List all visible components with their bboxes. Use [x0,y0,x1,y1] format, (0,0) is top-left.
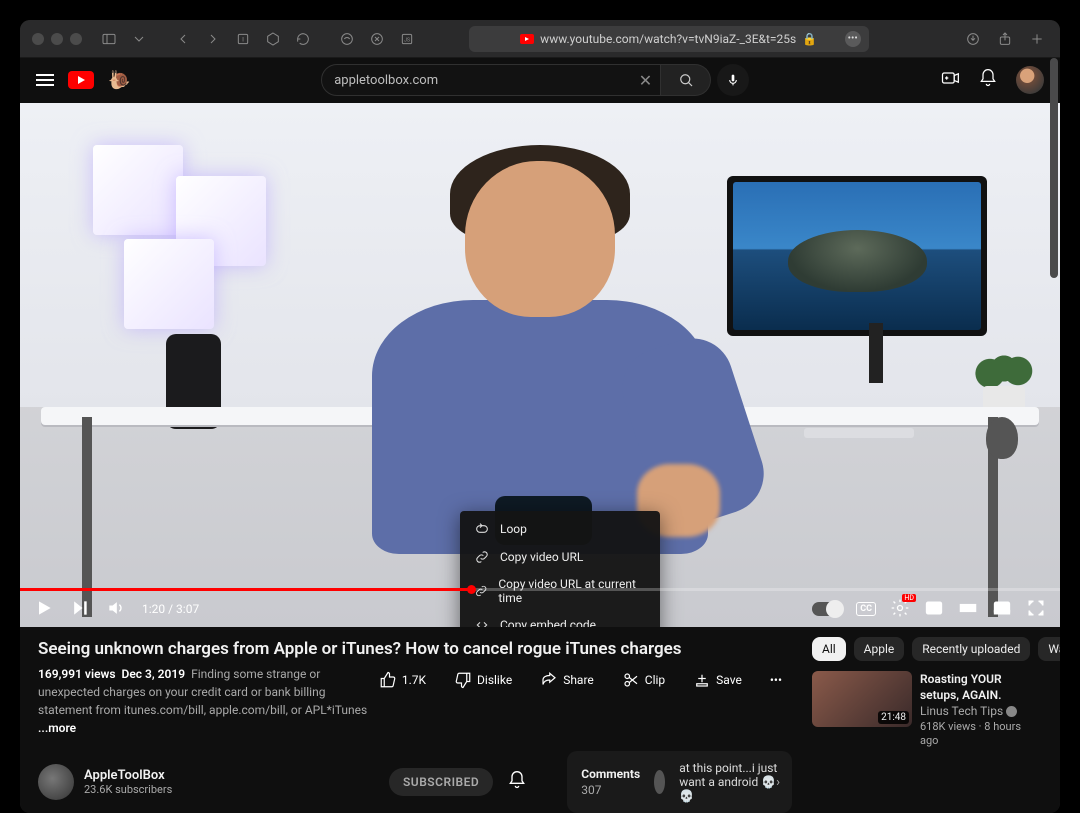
address-bar[interactable]: www.youtube.com/watch?v=tvN9iaZ-_3E&t=25… [469,26,869,52]
miniplayer-button[interactable] [924,598,944,621]
commenter-avatar [654,770,665,794]
settings-button[interactable]: HD [890,598,910,621]
browser-window: I JS www.youtube.com/watch?v=tvN9iaZ-_3E… [20,20,1060,813]
ext-icon-2[interactable] [262,28,284,50]
chevron-right-icon: › [776,775,780,790]
notification-bell-icon[interactable] [507,770,527,794]
comments-label: Comments [581,767,640,781]
scrollbar[interactable] [1048,58,1058,805]
rec-duration: 21:48 [878,711,909,724]
reload-icon[interactable] [292,28,314,50]
window-controls[interactable] [32,33,82,45]
save-button[interactable]: Save [683,665,752,695]
share-button[interactable]: Share [530,665,604,695]
ext-icon-1[interactable]: I [232,28,254,50]
next-button[interactable] [70,598,90,621]
like-button[interactable]: 1.7K [369,665,436,695]
ext-icon-3[interactable] [336,28,358,50]
zoom-dot[interactable] [70,33,82,45]
chip-all[interactable]: All [812,637,846,661]
share-icon[interactable] [994,28,1016,50]
comments-count: 307 [581,783,640,797]
theater-button[interactable] [958,598,978,621]
ctx-copy-url[interactable]: Copy video URL [460,543,660,571]
titlebar: I JS www.youtube.com/watch?v=tvN9iaZ-_3E… [20,20,1060,58]
time-display: 1:20 / 3:07 [142,602,199,616]
upload-date: Dec 3, 2019 [122,667,186,681]
svg-text:JS: JS [404,37,410,43]
chip-apple[interactable]: Apple [854,637,905,661]
recommendations-sidebar: All Apple Recently uploaded Watched 21:4… [812,637,1042,813]
new-tab-icon[interactable] [1026,28,1048,50]
volume-button[interactable] [106,598,126,621]
lock-icon: 🔒 [802,32,817,46]
top-comment: at this point...i just want a android 💀💀 [679,761,778,803]
url-text: www.youtube.com/watch?v=tvN9iaZ-_3E&t=25… [540,32,796,46]
close-dot[interactable] [32,33,44,45]
voice-search-button[interactable] [717,64,749,96]
chip-recent[interactable]: Recently uploaded [912,637,1030,661]
forward-icon[interactable] [202,28,224,50]
more-actions-button[interactable]: ••• [760,667,792,693]
player-controls: 1:20 / 3:07 CC HD [20,591,1060,627]
view-count: 169,991 views [38,667,116,681]
search-button[interactable] [661,64,711,96]
clear-search-icon[interactable]: ✕ [639,71,652,90]
rec-title: Roasting YOUR setups, AGAIN. [920,671,1042,703]
channel-name[interactable]: AppleToolBox [84,768,172,783]
youtube-app: 🐌 appletoolbox.com ✕ [20,58,1060,813]
minimize-dot[interactable] [51,33,63,45]
rec-channel: Linus Tech Tips [920,703,1003,719]
verified-icon [1006,706,1017,717]
search-input[interactable]: appletoolbox.com ✕ [321,64,661,96]
youtube-logo[interactable] [68,71,94,89]
svg-text:I: I [242,35,244,43]
favicon-icon [520,34,534,44]
recommended-video[interactable]: 21:48 Roasting YOUR setups, AGAIN. Linus… [812,671,1042,749]
back-icon[interactable] [172,28,194,50]
account-avatar[interactable] [1016,66,1044,94]
fullscreen-button[interactable] [1026,598,1046,621]
ext-icon-js[interactable]: JS [396,28,418,50]
guide-button[interactable] [36,74,54,86]
create-button[interactable] [940,68,960,92]
snail-icon: 🐌 [108,70,130,91]
rec-stats: 618K views · 8 hours ago [920,720,1042,750]
video-title: Seeing unknown charges from Apple or iTu… [38,639,792,659]
captions-button[interactable]: CC [856,602,876,616]
channel-avatar[interactable] [38,764,74,800]
notifications-button[interactable] [978,68,998,92]
ext-icon-4[interactable] [366,28,388,50]
autoplay-toggle[interactable] [812,602,842,616]
play-button[interactable] [34,598,54,621]
ctx-loop[interactable]: Loop [460,515,660,543]
channel-subs: 23.6K subscribers [84,783,172,796]
subscribe-button[interactable]: SUBSCRIBED [389,768,493,796]
clip-button[interactable]: Clip [612,665,675,695]
video-player[interactable]: Loop Copy video URL Copy video URL at cu… [20,103,1060,627]
comments-teaser[interactable]: Comments 307 at this point...i just want… [567,751,792,813]
description-more[interactable]: ...more [38,721,76,735]
chevron-down-icon[interactable] [128,28,150,50]
pip-button[interactable] [992,598,1012,621]
dislike-button[interactable]: Dislike [444,665,522,695]
rec-thumbnail: 21:48 [812,671,912,727]
page-settings-icon[interactable]: ••• [845,31,861,47]
search-text: appletoolbox.com [334,73,438,88]
downloads-icon[interactable] [962,28,984,50]
sidebar-toggle-icon[interactable] [98,28,120,50]
yt-masthead: 🐌 appletoolbox.com ✕ [20,58,1060,103]
